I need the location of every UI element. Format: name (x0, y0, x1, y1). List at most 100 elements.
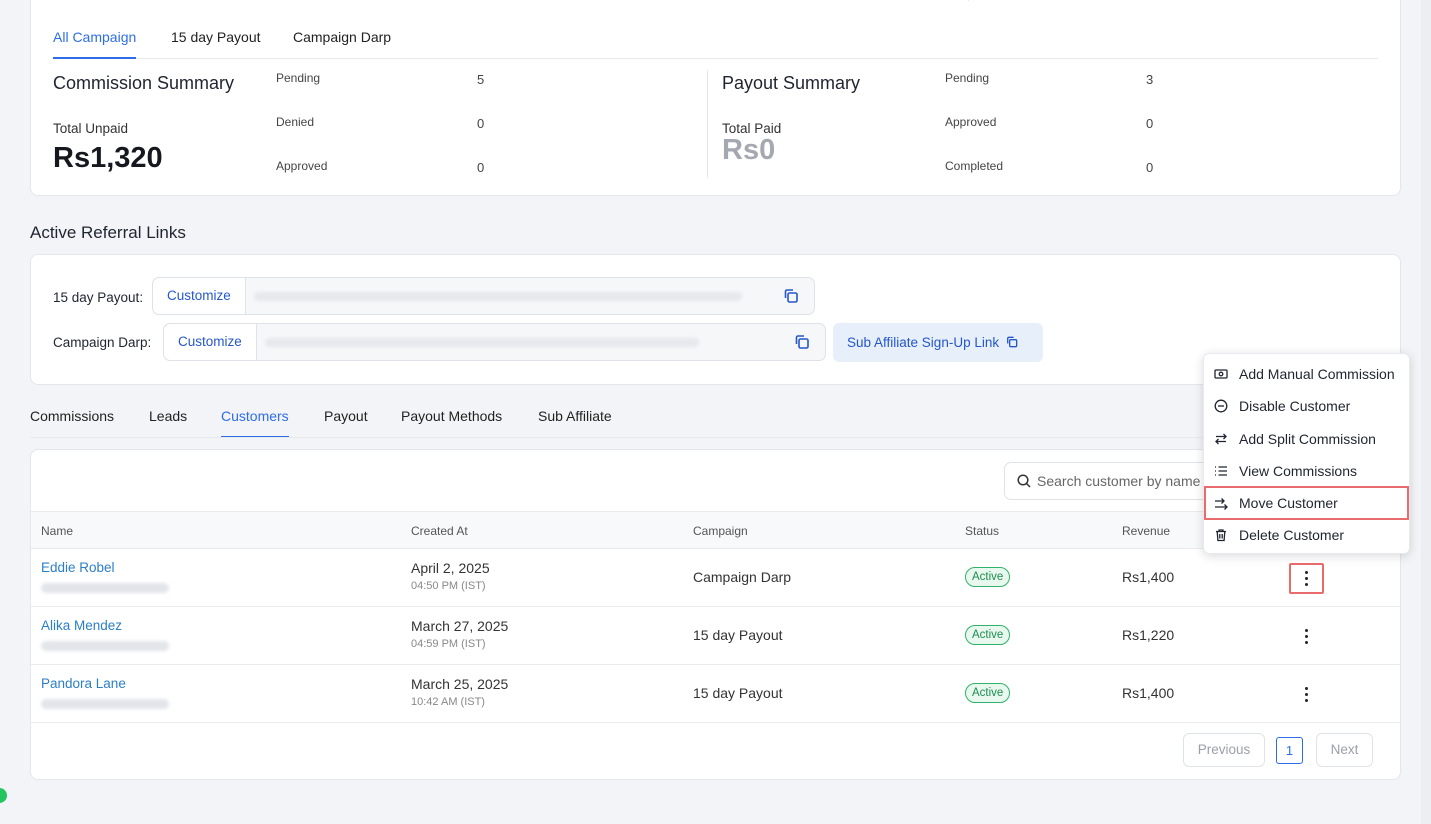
menu-item-label: Add Manual Commission (1239, 366, 1395, 382)
campaign-name: 15 day Payout (693, 627, 783, 643)
referral-url[interactable] (257, 324, 825, 360)
table-header: Name Created At Campaign Status Revenue (31, 511, 1400, 549)
status-indicator-dot (0, 788, 7, 803)
created-time: 04:59 PM (IST) (411, 638, 486, 650)
tab-customers[interactable]: Customers (221, 408, 289, 438)
payout-completed-label: Completed (945, 159, 1004, 173)
next-page-button[interactable]: Next (1316, 733, 1373, 767)
arrows-swap-icon (1215, 433, 1227, 445)
menu-item-delete-customer[interactable]: Delete Customer (1204, 519, 1409, 551)
page-number-button[interactable]: 1 (1276, 737, 1303, 764)
menu-item-move-customer[interactable]: Move Customer (1204, 486, 1409, 520)
referral-url[interactable] (246, 278, 814, 314)
column-header-campaign: Campaign (693, 524, 748, 538)
campaign-name: Campaign Darp (693, 569, 792, 585)
move-arrow-icon (1215, 498, 1228, 510)
copy-icon[interactable] (782, 287, 800, 305)
divider (968, 0, 969, 1)
total-paid-value: Rs0 (722, 134, 776, 166)
table-row: Pandora Lane March 25, 2025 10:42 AM (IS… (31, 665, 1400, 723)
created-date: March 27, 2025 (411, 618, 509, 634)
tab-leads[interactable]: Leads (149, 408, 187, 438)
customer-name-link[interactable]: Alika Mendez (41, 618, 122, 633)
status-badge: Active (965, 567, 1011, 587)
menu-item-add-split-commission[interactable]: Add Split Commission (1204, 423, 1409, 455)
commission-approved-value: 0 (477, 160, 485, 175)
campaign-tabs: All Campaign 15 day Payout Campaign Darp (53, 29, 1378, 59)
total-unpaid-value: Rs1,320 (53, 142, 163, 174)
commission-denied-value: 0 (477, 116, 485, 131)
banknote-icon (1214, 369, 1228, 379)
total-unpaid-label: Total Unpaid (53, 121, 129, 136)
more-vertical-icon (1304, 628, 1309, 645)
tab-sub-affiliate[interactable]: Sub Affiliate (538, 408, 612, 438)
blurred-email (41, 641, 169, 651)
revenue-value: Rs1,400 (1122, 685, 1175, 701)
referral-label-campaign-darp: Campaign Darp: (53, 335, 152, 350)
menu-item-label: Delete Customer (1239, 527, 1345, 543)
commission-pending-label: Pending (276, 71, 321, 85)
column-header-revenue: Revenue (1122, 524, 1171, 538)
row-actions-button[interactable] (1289, 679, 1324, 710)
search-input[interactable]: Search customer by name (1004, 462, 1214, 500)
copy-icon (1006, 336, 1018, 348)
tab-campaign-darp[interactable]: Campaign Darp (293, 29, 391, 59)
menu-item-add-manual-commission[interactable]: Add Manual Commission (1204, 358, 1409, 390)
menu-item-view-commissions[interactable]: View Commissions (1204, 455, 1409, 487)
more-vertical-icon (1304, 686, 1309, 703)
referral-link-campaign-darp: Customize (163, 323, 826, 361)
trash-icon (1216, 529, 1226, 542)
active-referral-links-title: Active Referral Links (30, 223, 186, 242)
referral-link-15-day: Customize (152, 277, 815, 315)
search-icon (1017, 474, 1031, 488)
payout-pending-label: Pending (945, 71, 990, 85)
table-row: Alika Mendez March 27, 2025 04:59 PM (IS… (31, 607, 1400, 665)
tab-all-campaign[interactable]: All Campaign (53, 29, 137, 59)
status-badge: Active (965, 683, 1011, 703)
row-actions-button[interactable] (1289, 563, 1324, 594)
referral-label-15-day: 15 day Payout: (53, 290, 144, 305)
tab-15-day-payout[interactable]: 15 day Payout (171, 29, 261, 59)
tab-payout[interactable]: Payout (324, 408, 368, 438)
revenue-value: Rs1,400 (1122, 569, 1175, 585)
campaign-name: 15 day Payout (693, 685, 783, 701)
customer-name-link[interactable]: Eddie Robel (41, 560, 115, 575)
minus-circle-icon (1214, 399, 1228, 413)
column-header-name: Name (41, 524, 74, 538)
payout-approved-value: 0 (1146, 116, 1154, 131)
row-actions-menu: Add Manual Commission Disable Customer A… (1203, 353, 1410, 554)
summary-divider (707, 70, 708, 178)
customize-button[interactable]: Customize (153, 278, 246, 314)
blurred-url (253, 292, 742, 301)
referral-links-card: 15 day Payout: Customize Campaign Darp: … (30, 254, 1401, 385)
blurred-email (41, 699, 169, 709)
tab-commissions[interactable]: Commissions (30, 408, 114, 438)
table-row: Eddie Robel April 2, 2025 04:50 PM (IST)… (31, 549, 1400, 607)
commission-approved-label: Approved (276, 159, 328, 173)
sub-affiliate-signup-link-button[interactable]: Sub Affiliate Sign-Up Link (833, 323, 1043, 362)
previous-page-button[interactable]: Previous (1183, 733, 1265, 767)
created-time: 10:42 AM (IST) (411, 696, 485, 708)
customers-table-card: Search customer by name Name Created At … (30, 449, 1401, 780)
list-icon (1215, 466, 1227, 476)
search-placeholder: Search customer by name (1037, 473, 1201, 489)
more-vertical-icon (1304, 570, 1309, 587)
commission-pending-value: 5 (477, 72, 485, 87)
row-actions-button[interactable] (1289, 621, 1324, 652)
customer-name-link[interactable]: Pandora Lane (41, 676, 126, 691)
summary-card: All Campaign 15 day Payout Campaign Darp… (30, 0, 1401, 196)
page-scrollbar[interactable] (1421, 0, 1431, 824)
payout-pending-value: 3 (1146, 72, 1154, 87)
payout-approved-label: Approved (945, 115, 997, 129)
sub-affiliate-label: Sub Affiliate Sign-Up Link (847, 335, 1000, 350)
menu-item-label: View Commissions (1239, 463, 1357, 479)
menu-item-label: Move Customer (1239, 495, 1338, 511)
tabs-divider (30, 437, 1401, 438)
menu-item-disable-customer[interactable]: Disable Customer (1204, 390, 1409, 422)
menu-item-label: Disable Customer (1239, 398, 1351, 414)
created-time: 04:50 PM (IST) (411, 580, 486, 592)
copy-icon[interactable] (793, 333, 811, 351)
customize-button[interactable]: Customize (164, 324, 257, 360)
status-badge: Active (965, 625, 1011, 645)
tab-payout-methods[interactable]: Payout Methods (401, 408, 502, 438)
